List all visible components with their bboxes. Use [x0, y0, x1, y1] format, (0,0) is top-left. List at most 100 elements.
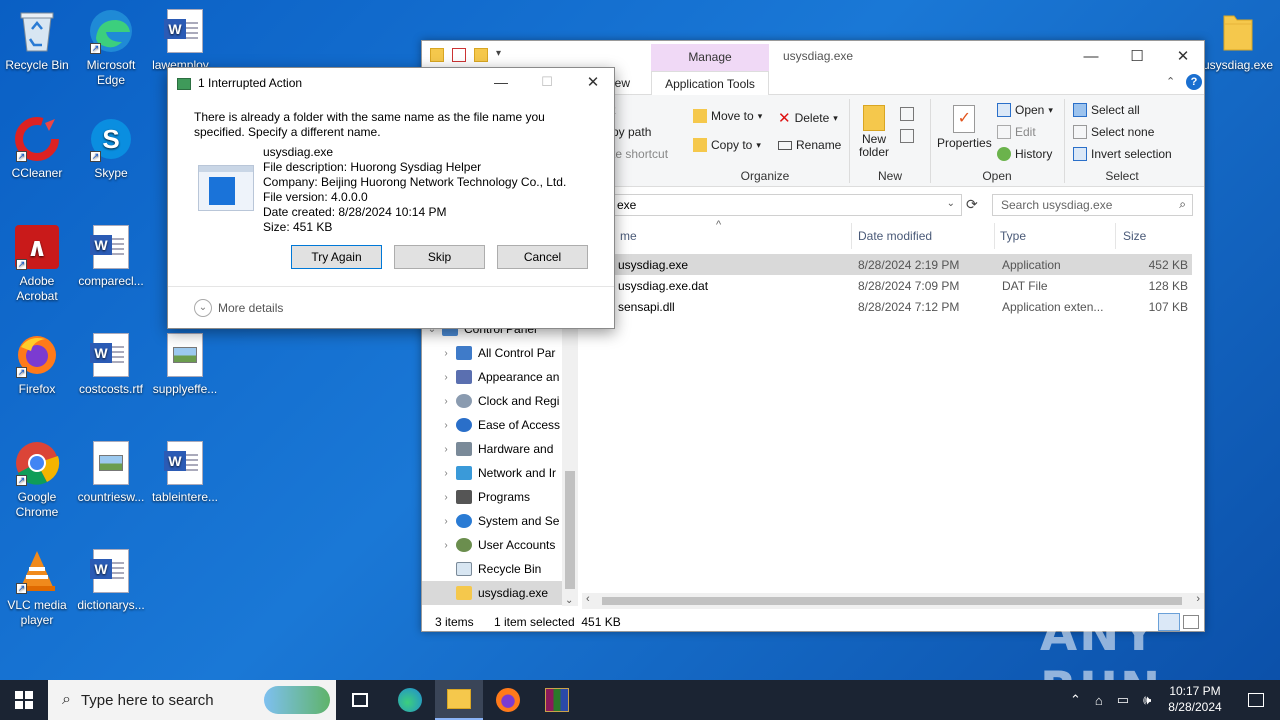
refresh-icon[interactable]: ⟳ — [966, 196, 978, 213]
nav-item-appearance[interactable]: › Appearance an — [422, 365, 562, 389]
scroll-thumb[interactable] — [565, 471, 575, 589]
new-folder-icon[interactable] — [474, 48, 488, 62]
search-placeholder: Search usysdiag.exe — [1001, 198, 1113, 212]
desktop-icon-google-chrome[interactable]: ↗ Google Chrome — [0, 440, 74, 520]
edit-button[interactable]: Edit — [997, 125, 1036, 139]
rename-button[interactable]: Rename — [778, 138, 841, 152]
scroll-left-icon[interactable]: ‹ — [586, 593, 590, 605]
desktop-icon-recycle-bin[interactable]: Recycle Bin — [0, 8, 74, 73]
taskbar-firefox[interactable] — [484, 680, 532, 720]
nav-item-system[interactable]: › System and Se — [422, 509, 562, 533]
file-date: 8/28/2024 7:09 PM — [858, 279, 960, 293]
paste-shortcut-button[interactable]: te shortcut — [612, 147, 668, 161]
file-size: 107 KB — [1148, 300, 1188, 314]
easy-access-icon[interactable] — [900, 129, 914, 143]
task-view-button[interactable] — [336, 680, 384, 720]
desktop-icon-tableintere[interactable]: W tableintere... — [148, 440, 222, 505]
chevron-down-icon[interactable]: ▾ — [496, 48, 501, 62]
desktop-icon-ccleaner[interactable]: ↗ CCleaner — [0, 116, 74, 181]
file-row[interactable]: usysdiag.exe 8/28/2024 2:19 PM Applicati… — [580, 254, 1192, 275]
minimize-button[interactable]: — — [1068, 41, 1114, 71]
try-again-button[interactable]: Try Again — [291, 245, 382, 269]
nav-item-network[interactable]: › Network and Ir — [422, 461, 562, 485]
invert-selection-button[interactable]: Invert selection — [1073, 147, 1172, 161]
maximize-button[interactable]: ☐ — [1114, 41, 1160, 71]
folder-icon — [1215, 8, 1261, 54]
notifications-button[interactable] — [1232, 680, 1280, 720]
nav-item-usysdiag[interactable]: usysdiag.exe — [422, 581, 562, 605]
network-icon[interactable]: ▭ — [1117, 692, 1129, 708]
taskbar-clock[interactable]: 10:17 PM 8/28/2024 — [1160, 683, 1230, 715]
column-header-date[interactable]: Date modified — [858, 229, 932, 249]
close-button[interactable]: ✕ — [570, 68, 616, 96]
desktop-icon-comparecl[interactable]: W comparecl... — [74, 224, 148, 289]
scroll-right-icon[interactable]: › — [1196, 593, 1200, 605]
desktop-icon-usysdiag-folder[interactable]: usysdiag.exe — [1198, 8, 1278, 73]
desktop-icon-label: tableintere... — [151, 490, 219, 504]
scroll-thumb[interactable] — [602, 597, 1182, 605]
taskbar-winrar[interactable] — [533, 680, 581, 720]
desktop-icon-microsoft-edge[interactable]: ↗ Microsoft Edge — [74, 8, 148, 88]
tab-manage[interactable]: Manage — [651, 44, 769, 71]
quick-access-toolbar: ▾ — [430, 48, 501, 62]
properties-button[interactable]: ✓ Properties — [937, 105, 992, 150]
delete-button[interactable]: ✕ Delete ▾ — [778, 109, 838, 127]
desktop-icon-adobe-acrobat[interactable]: ∧ ↗ Adobe Acrobat — [0, 224, 74, 304]
chevron-down-icon[interactable]: ⌄ — [947, 198, 955, 209]
chevron-up-icon[interactable]: ⌃ — [1166, 75, 1175, 88]
copy-path-button[interactable]: py path — [612, 125, 651, 139]
word-document-icon: W — [88, 548, 134, 594]
nav-item-programs[interactable]: › Programs — [422, 485, 562, 509]
chevron-down-icon[interactable]: ⌄ — [565, 595, 573, 606]
properties-icon[interactable] — [452, 48, 466, 62]
column-header-size[interactable]: Size — [1123, 229, 1146, 249]
nav-item-user-accounts[interactable]: › User Accounts — [422, 533, 562, 557]
select-all-button[interactable]: Select all — [1073, 103, 1140, 117]
open-button[interactable]: Open ▾ — [997, 103, 1053, 117]
file-row[interactable]: usysdiag.exe.dat 8/28/2024 7:09 PM DAT F… — [580, 275, 1192, 296]
column-header-type[interactable]: Type — [1000, 229, 1026, 249]
more-details-toggle[interactable]: ⌄ More details — [194, 299, 283, 317]
history-button[interactable]: History — [997, 147, 1052, 161]
copy-to-button[interactable]: Copy to ▾ — [693, 138, 761, 152]
nav-item-ease-of-access[interactable]: › Ease of Access — [422, 413, 562, 437]
volume-icon[interactable]: 🕪 — [1143, 692, 1151, 708]
skip-button[interactable]: Skip — [394, 245, 485, 269]
select-none-button[interactable]: Select none — [1073, 125, 1154, 139]
desktop-icon-skype[interactable]: S ↗ Skype — [74, 116, 148, 181]
start-button[interactable] — [0, 680, 48, 720]
nav-item-recycle-bin[interactable]: Recycle Bin — [422, 557, 562, 581]
desktop-icon-dictionarys[interactable]: W dictionarys... — [74, 548, 148, 613]
taskbar-search[interactable]: ⌕ Type here to search — [48, 680, 336, 720]
nav-item-clock[interactable]: › Clock and Regi — [422, 389, 562, 413]
edit-label: Edit — [1015, 125, 1036, 139]
move-to-button[interactable]: Move to ▾ — [693, 109, 762, 123]
desktop-icon-lawemploy[interactable]: W lawemploy... — [148, 8, 222, 73]
minimize-button[interactable]: — — [478, 68, 524, 96]
desktop-icon-supplyeffe[interactable]: supplyeffe... — [148, 332, 222, 397]
sort-arrow-icon: ^ — [716, 219, 722, 231]
desktop-icon-vlc[interactable]: ↗ VLC media player — [0, 548, 74, 628]
column-header-name[interactable]: me — [620, 229, 637, 249]
folder-icon[interactable] — [430, 48, 444, 62]
new-item-icon[interactable] — [900, 107, 914, 121]
new-folder-button[interactable]: New folder — [858, 105, 890, 159]
nav-item-hardware[interactable]: › Hardware and — [422, 437, 562, 461]
network-device-icon[interactable]: ⌂ — [1095, 693, 1103, 708]
taskbar-file-explorer[interactable] — [435, 680, 483, 720]
desktop-icon-costcosts[interactable]: W costcosts.rtf — [74, 332, 148, 397]
address-bar[interactable]: exe ⌄ — [612, 194, 962, 216]
search-input[interactable]: Search usysdiag.exe ⌕ — [992, 194, 1193, 216]
help-icon[interactable]: ? — [1186, 74, 1202, 90]
desktop-icon-firefox[interactable]: ↗ Firefox — [0, 332, 74, 397]
cancel-button[interactable]: Cancel — [497, 245, 588, 269]
word-document-icon: W — [88, 332, 134, 378]
desktop-icon-countriesw[interactable]: countriesw... — [74, 440, 148, 505]
close-button[interactable]: ✕ — [1160, 41, 1206, 71]
file-row[interactable]: sensapi.dll 8/28/2024 7:12 PM Applicatio… — [580, 296, 1192, 317]
image-document-icon — [88, 440, 134, 486]
nav-item-all-control-panel[interactable]: › All Control Par — [422, 341, 562, 365]
tab-application-tools[interactable]: Application Tools — [651, 71, 769, 95]
chevron-up-icon[interactable]: ⌃ — [1070, 692, 1081, 708]
taskbar-edge[interactable] — [386, 680, 434, 720]
